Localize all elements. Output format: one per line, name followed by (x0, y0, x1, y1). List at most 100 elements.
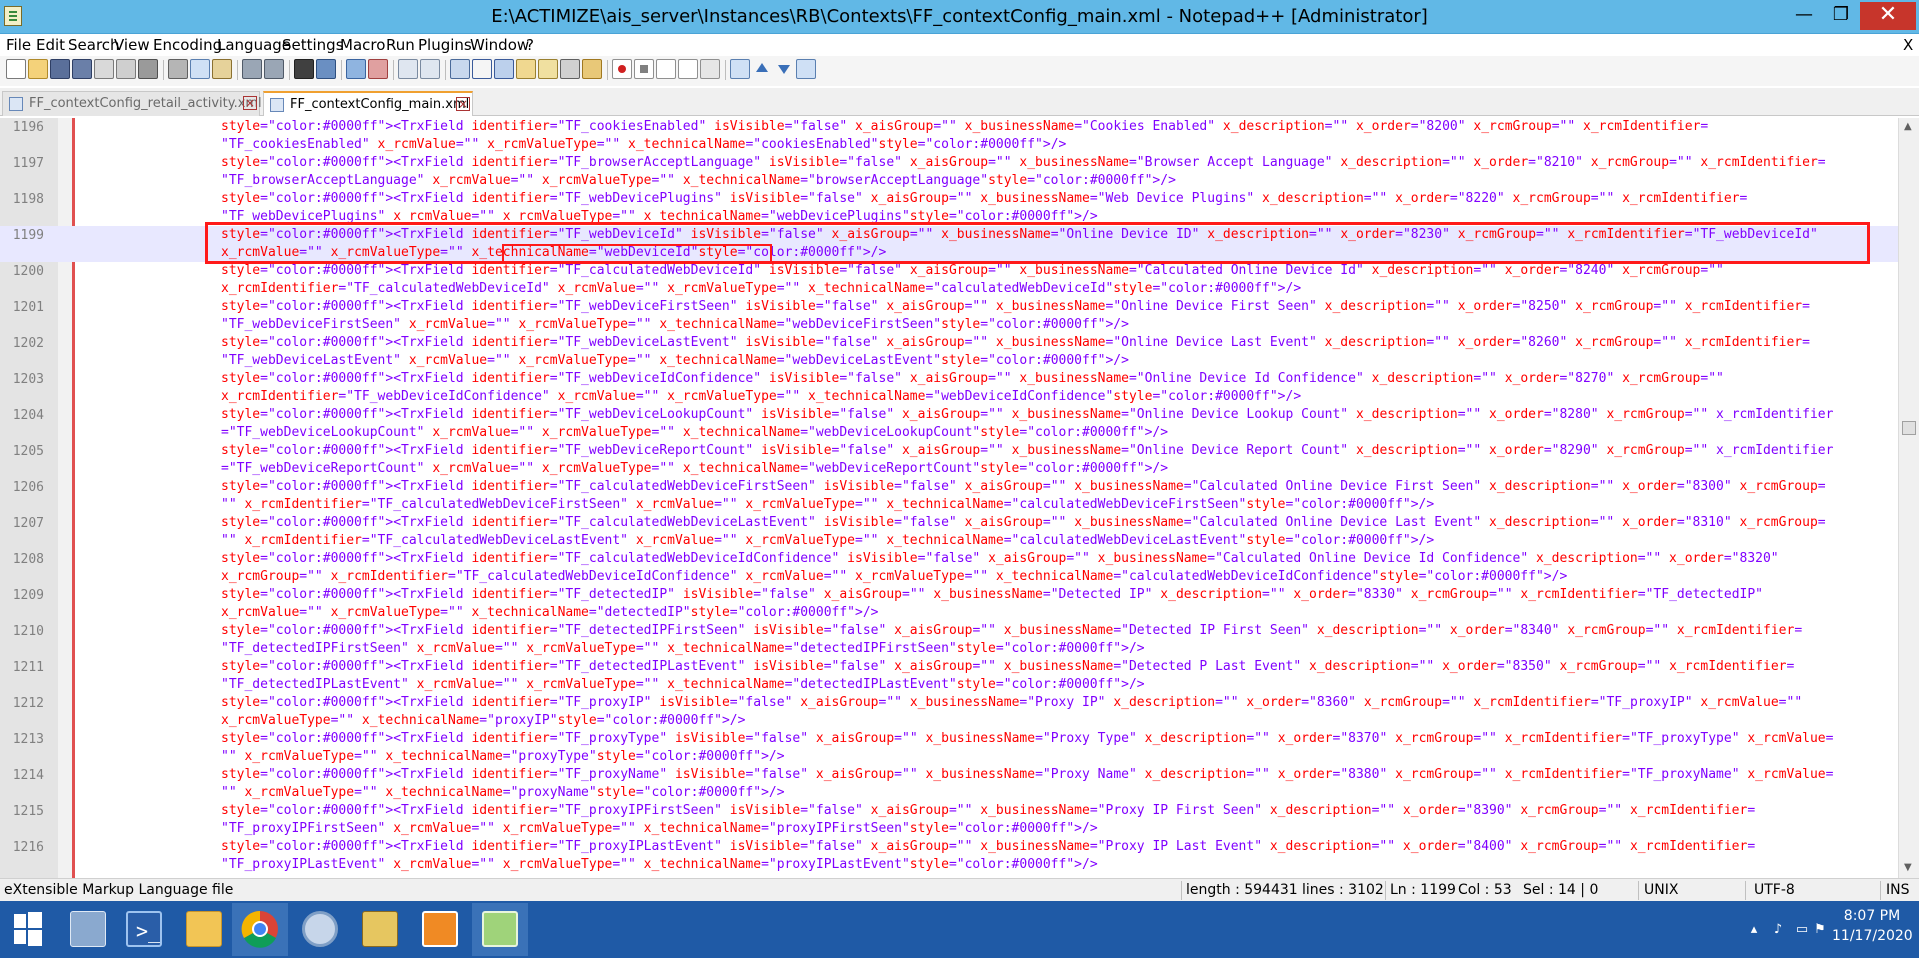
code-line[interactable]: 1213 style="color:#0000ff"><TrxField iden… (0, 730, 1898, 766)
tray-flag-icon[interactable]: ⚑ (1812, 922, 1828, 938)
code-line[interactable]: 1212 style="color:#0000ff"><TrxField iden… (0, 694, 1898, 730)
menu-help[interactable]: ? (526, 36, 534, 54)
start-button[interactable] (0, 903, 56, 956)
menu-edit[interactable]: Edit (36, 36, 65, 54)
clock-time[interactable]: 8:07 PM (1832, 908, 1912, 924)
restore-button[interactable]: ❐ (1823, 2, 1859, 30)
toolbar-separator (341, 60, 342, 80)
code-line[interactable]: 1207 style="color:#0000ff"><TrxField iden… (0, 514, 1898, 550)
scroll-down-arrow-icon[interactable]: ▼ (1904, 862, 1912, 873)
close-window-button[interactable]: ✕ (1860, 2, 1916, 30)
code-line[interactable]: 1215 style="color:#0000ff"><TrxField iden… (0, 802, 1898, 838)
title-bar: E:\ACTIMIZE\ais_server\Instances\RB\Cont… (0, 0, 1919, 34)
tab-ff-contextconfig-main[interactable]: FF_contextConfig_main.xml × (263, 91, 473, 116)
folder-workspace-icon[interactable] (582, 59, 602, 79)
code-line[interactable]: 1196 style="color:#0000ff"><TrxField iden… (0, 118, 1898, 154)
menu-search[interactable]: Search (68, 36, 120, 54)
up-arrow-icon[interactable] (752, 59, 772, 79)
undo-icon[interactable] (242, 59, 262, 79)
scroll-up-arrow-icon[interactable]: ▲ (1904, 121, 1912, 132)
close-document-x[interactable]: X (1903, 36, 1913, 54)
vertical-scrollbar[interactable]: ▲ ▼ (1898, 118, 1919, 878)
user-language-icon[interactable] (516, 59, 536, 79)
tab-close-icon[interactable]: × (243, 96, 257, 110)
close-all-icon[interactable] (116, 59, 136, 79)
expand-all-icon[interactable] (796, 59, 816, 79)
tab-close-icon[interactable]: × (456, 97, 470, 111)
tray-volume-muted-icon[interactable]: ♪ (1770, 922, 1786, 938)
code-line[interactable]: 1200 style="color:#0000ff"><TrxField iden… (0, 262, 1898, 298)
run-macro-multiple-icon[interactable] (678, 59, 698, 79)
save-macro-icon[interactable] (700, 59, 720, 79)
editor-pane[interactable]: 1196 style="color:#0000ff"><TrxField iden… (0, 118, 1919, 878)
code-line[interactable]: 1205 style="color:#0000ff"><TrxField iden… (0, 442, 1898, 478)
sync-vertical-icon[interactable] (398, 59, 418, 79)
zoom-in-icon[interactable] (346, 59, 366, 79)
paste-icon[interactable] (212, 59, 232, 79)
minimize-button[interactable]: — (1786, 2, 1822, 30)
tray-network-icon[interactable]: ▭ (1794, 922, 1810, 938)
code-line[interactable]: 1204 style="color:#0000ff"><TrxField iden… (0, 406, 1898, 442)
code-line[interactable]: 1208 style="color:#0000ff"><TrxField iden… (0, 550, 1898, 586)
code-line[interactable]: 1198 style="color:#0000ff"><TrxField iden… (0, 190, 1898, 226)
record-macro-icon[interactable] (612, 59, 632, 79)
indent-guide-icon[interactable] (494, 59, 514, 79)
menu-view[interactable]: View (114, 36, 150, 54)
powershell-icon[interactable]: >_ (116, 903, 172, 956)
scrollbar-thumb[interactable] (1902, 421, 1916, 435)
chrome-icon[interactable] (232, 903, 288, 956)
menu-file[interactable]: File (6, 36, 31, 54)
menu-language[interactable]: Language (217, 36, 291, 54)
down-arrow-icon[interactable] (774, 59, 794, 79)
control-panel-icon[interactable] (292, 903, 348, 956)
open-file-icon[interactable] (28, 59, 48, 79)
menu-window[interactable]: Window (470, 36, 529, 54)
code-line[interactable]: 1210 style="color:#0000ff"><TrxField iden… (0, 622, 1898, 658)
collapse-all-icon[interactable] (730, 59, 750, 79)
cut-icon[interactable] (168, 59, 188, 79)
copy-icon[interactable] (190, 59, 210, 79)
find-icon[interactable] (294, 59, 314, 79)
status-eol[interactable]: UNIX (1644, 882, 1678, 898)
code-line[interactable]: 1216 style="color:#0000ff"><TrxField iden… (0, 838, 1898, 874)
tab-ff-contextconfig-retail-activity[interactable]: FF_contextConfig_retail_activity.xml × (2, 91, 262, 116)
server-manager-icon[interactable] (60, 903, 116, 956)
show-all-chars-icon[interactable] (472, 59, 492, 79)
menu-encoding[interactable]: Encoding (153, 36, 222, 54)
status-encoding[interactable]: UTF-8 (1754, 882, 1795, 898)
menu-run[interactable]: Run (386, 36, 415, 54)
code-line[interactable]: 1206 style="color:#0000ff"><TrxField iden… (0, 478, 1898, 514)
sync-horizontal-icon[interactable] (420, 59, 440, 79)
actimize-icon[interactable] (412, 903, 468, 956)
menu-plugins[interactable]: Plugins (418, 36, 472, 54)
word-wrap-icon[interactable] (450, 59, 470, 79)
code-line[interactable]: 1201 style="color:#0000ff"><TrxField iden… (0, 298, 1898, 334)
print-icon[interactable] (138, 59, 158, 79)
code-line[interactable]: 1199 style="color:#0000ff"><TrxField iden… (0, 226, 1898, 262)
close-icon[interactable] (94, 59, 114, 79)
code-line[interactable]: 1209 style="color:#0000ff"><TrxField iden… (0, 586, 1898, 622)
code-line[interactable]: 1202 style="color:#0000ff"><TrxField iden… (0, 334, 1898, 370)
code-line[interactable]: 1214 style="color:#0000ff"><TrxField iden… (0, 766, 1898, 802)
notepadpp-icon[interactable] (472, 903, 528, 956)
stop-record-icon[interactable] (634, 59, 654, 79)
save-all-icon[interactable] (72, 59, 92, 79)
doc-map-icon[interactable] (538, 59, 558, 79)
tray-chevron-icon[interactable]: ▴ (1746, 922, 1762, 938)
zoom-out-icon[interactable] (368, 59, 388, 79)
menu-macro[interactable]: Macro (340, 36, 385, 54)
menu-settings[interactable]: Settings (282, 36, 344, 54)
tools-icon[interactable] (352, 903, 408, 956)
redo-icon[interactable] (264, 59, 284, 79)
save-icon[interactable] (50, 59, 70, 79)
function-list-icon[interactable] (560, 59, 580, 79)
code-line[interactable]: 1203 style="color:#0000ff"><TrxField iden… (0, 370, 1898, 406)
new-file-icon[interactable] (6, 59, 26, 79)
clock-date[interactable]: 11/17/2020 (1832, 928, 1913, 944)
code-line[interactable]: 1197 style="color:#0000ff"><TrxField iden… (0, 154, 1898, 190)
file-explorer-icon[interactable] (176, 903, 232, 956)
code-line[interactable]: 1211 style="color:#0000ff"><TrxField iden… (0, 658, 1898, 694)
replace-icon[interactable] (316, 59, 336, 79)
status-insert-mode[interactable]: INS (1886, 882, 1910, 898)
playback-icon[interactable] (656, 59, 676, 79)
